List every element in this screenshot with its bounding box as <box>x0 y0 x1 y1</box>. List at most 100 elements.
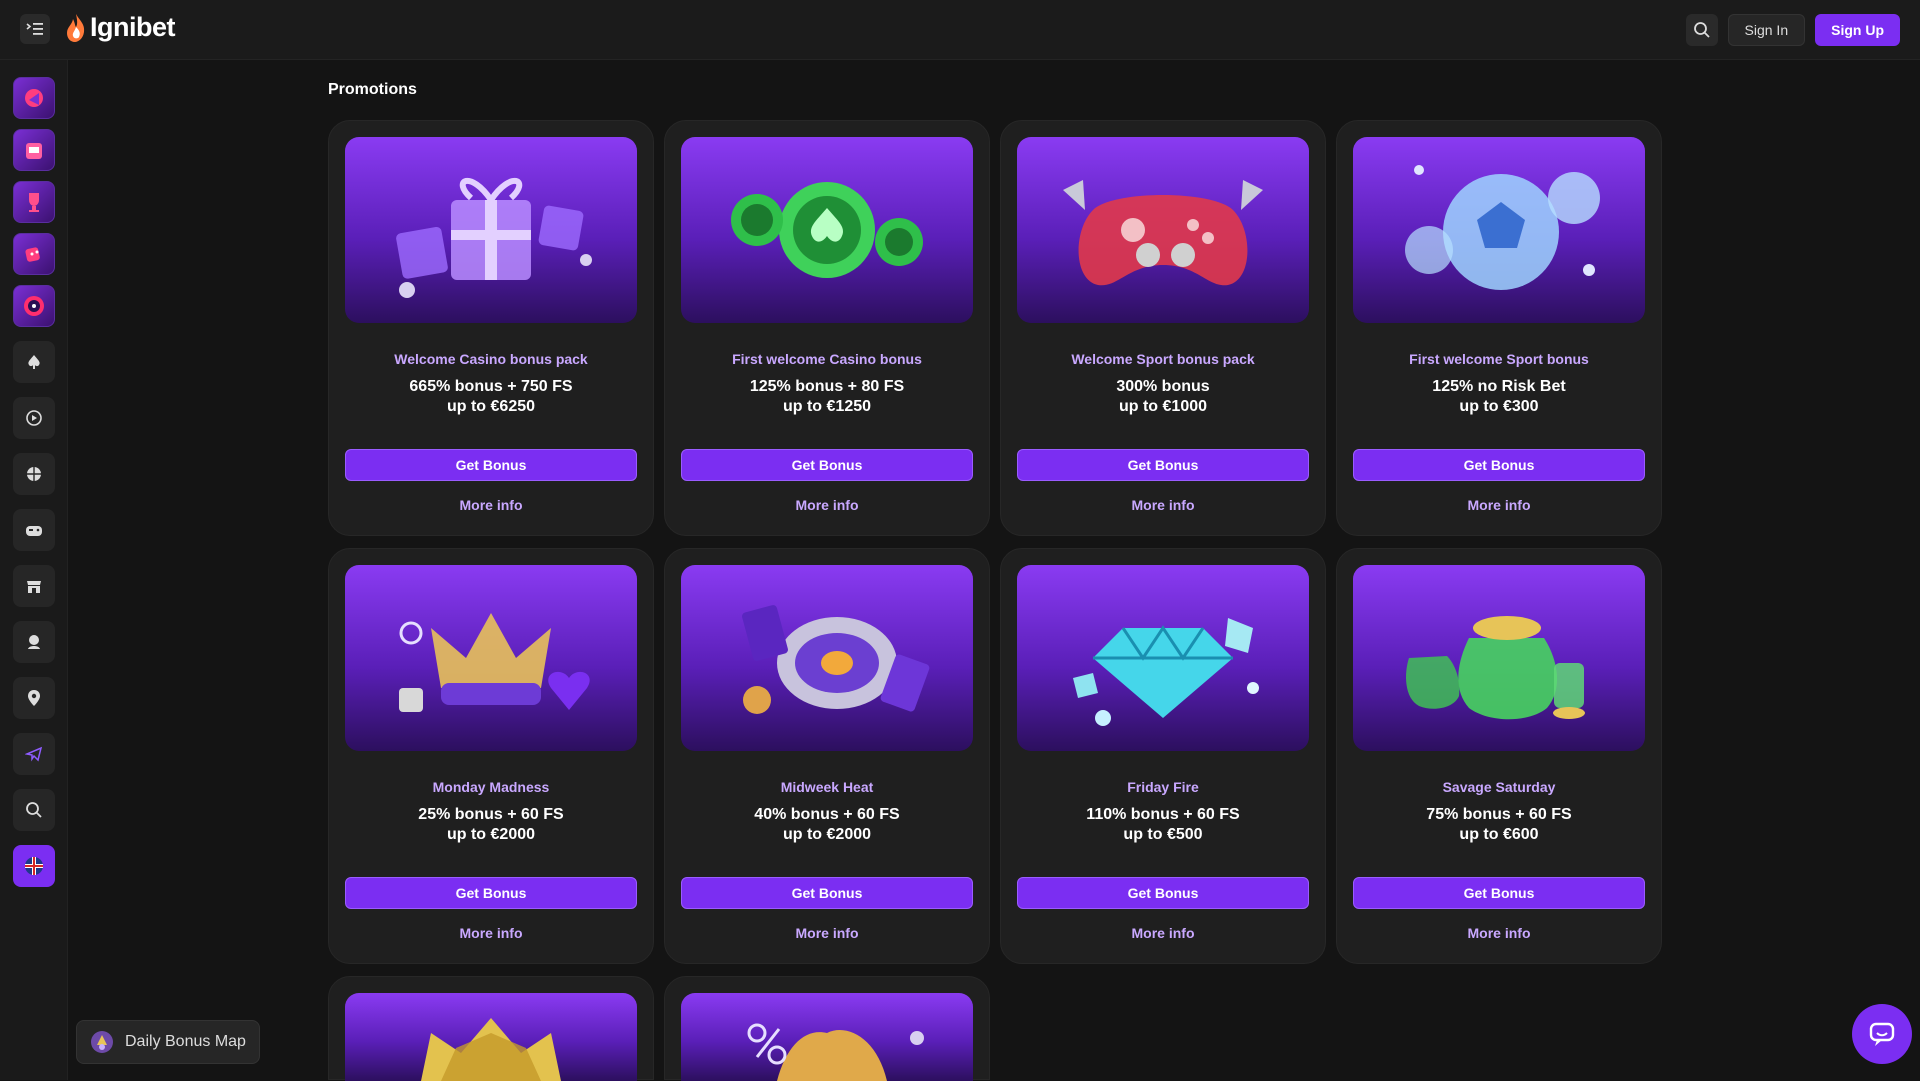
telegram-icon <box>25 746 43 762</box>
sign-up-button[interactable]: Sign Up <box>1815 14 1900 46</box>
promo-title: Welcome Casino bonus pack <box>394 351 588 367</box>
promo-offer: 40% bonus + 60 FS up to €2000 <box>665 805 989 845</box>
crown-icon <box>399 613 590 712</box>
promo-title: First welcome Sport bonus <box>1409 351 1589 367</box>
promo-image <box>345 993 637 1081</box>
play-circle-icon <box>26 410 42 426</box>
promo-offer-line2: up to €1000 <box>1118 398 1208 415</box>
get-bonus-button[interactable]: Get Bonus <box>345 449 637 481</box>
flame-icon <box>67 13 85 42</box>
dice-icon <box>25 247 40 262</box>
trophy-icon <box>29 193 39 212</box>
promo-offer: 25% bonus + 60 FS up to €2000 <box>329 805 653 845</box>
promo-offer-line1: 125% no Risk Bet <box>1432 378 1566 395</box>
search-icon <box>1693 22 1710 38</box>
live-chat-button[interactable] <box>1852 1004 1912 1064</box>
daily-bonus-map-button[interactable]: Daily Bonus Map <box>76 1020 260 1064</box>
sidebar-item-support[interactable] <box>13 621 55 663</box>
promo-title: Welcome Sport bonus pack <box>1071 351 1255 367</box>
daily-bonus-map-label: Daily Bonus Map <box>125 1033 246 1050</box>
sidebar-item-language[interactable] <box>13 845 55 887</box>
more-info-link[interactable]: More info <box>665 497 989 513</box>
sidebar-item-telegram[interactable] <box>13 733 55 775</box>
sidebar-item-search[interactable] <box>13 789 55 831</box>
promo-title: Savage Saturday <box>1442 779 1556 795</box>
promo-card: First welcome Casino bonus 125% bonus + … <box>664 120 990 536</box>
promo-title: First welcome Casino bonus <box>732 351 922 367</box>
sidebar-item-esports[interactable] <box>13 509 55 551</box>
get-bonus-button[interactable]: Get Bonus <box>681 449 973 481</box>
sidebar-item-casino[interactable] <box>13 129 55 171</box>
sidebar-item-play[interactable] <box>13 397 55 439</box>
promo-title: Monday Madness <box>432 779 550 795</box>
promo-offer: 125% no Risk Bet up to €300 <box>1337 377 1661 417</box>
promo-image <box>1353 565 1645 751</box>
promo-offer-line1: 665% bonus + 750 FS <box>409 378 573 395</box>
promo-offer-line2: up to €2000 <box>446 826 536 843</box>
more-info-link[interactable]: More info <box>1337 925 1661 941</box>
search-icon <box>26 802 42 818</box>
promo-image <box>681 137 973 323</box>
sidebar-item-poker[interactable] <box>13 341 55 383</box>
promo-title: Friday Fire <box>1127 779 1199 795</box>
get-bonus-button[interactable]: Get Bonus <box>1017 877 1309 909</box>
chat-icon <box>1869 1022 1895 1046</box>
promo-offer-line1: 300% bonus <box>1116 378 1210 395</box>
promo-offer: 110% bonus + 60 FS up to €500 <box>1001 805 1325 845</box>
gold-crown-icon <box>421 1018 561 1081</box>
promo-offer: 125% bonus + 80 FS up to €1250 <box>665 377 989 417</box>
promo-offer: 300% bonus up to €1000 <box>1001 377 1325 417</box>
promo-image <box>681 565 973 751</box>
diamond-icon <box>1073 618 1259 726</box>
more-info-link[interactable]: More info <box>329 925 653 941</box>
sidebar-item-live-casino[interactable] <box>13 233 55 275</box>
slot-machine-icon <box>26 143 42 159</box>
ignibet-logo[interactable]: Ignibet <box>66 12 176 43</box>
get-bonus-button[interactable]: Get Bonus <box>1353 449 1645 481</box>
promo-image <box>1017 137 1309 323</box>
header-search-button[interactable] <box>1685 14 1718 46</box>
sidebar <box>0 60 68 1080</box>
get-bonus-button[interactable]: Get Bonus <box>681 877 973 909</box>
promo-image <box>345 137 637 323</box>
promo-card: Friday Fire 110% bonus + 60 FS up to €50… <box>1000 548 1326 964</box>
sidebar-item-store[interactable] <box>13 565 55 607</box>
promo-title: Midweek Heat <box>780 779 874 795</box>
sidebar-item-tournaments[interactable] <box>13 181 55 223</box>
more-info-link[interactable]: More info <box>665 925 989 941</box>
more-info-link[interactable]: More info <box>329 497 653 513</box>
spade-icon <box>28 355 40 369</box>
get-bonus-button[interactable]: Get Bonus <box>1017 449 1309 481</box>
fortune-wheel-icon <box>24 296 44 316</box>
sidebar-item-location[interactable] <box>13 677 55 719</box>
sidebar-toggle-button[interactable] <box>20 14 50 44</box>
promo-card: Monday Madness 25% bonus + 60 FS up to €… <box>328 548 654 964</box>
get-bonus-button[interactable]: Get Bonus <box>345 877 637 909</box>
promo-card: Welcome Casino bonus pack 665% bonus + 7… <box>328 120 654 536</box>
promo-offer-line2: up to €600 <box>1459 826 1539 843</box>
promo-offer: 75% bonus + 60 FS up to €600 <box>1337 805 1661 845</box>
sidebar-item-wheel[interactable] <box>13 285 55 327</box>
promo-offer-line1: 125% bonus + 80 FS <box>749 378 905 395</box>
casino-chips-icon <box>731 182 923 278</box>
more-info-link[interactable]: More info <box>1001 925 1325 941</box>
promo-offer-line2: up to €2000 <box>782 826 872 843</box>
sign-in-button[interactable]: Sign In <box>1727 14 1806 46</box>
menu-icon <box>26 23 43 35</box>
get-bonus-button[interactable]: Get Bonus <box>1353 877 1645 909</box>
percent-icon <box>747 1023 924 1081</box>
promo-card <box>664 976 990 1081</box>
support-agent-icon <box>28 635 40 649</box>
page-title: Promotions <box>328 81 417 98</box>
promo-card <box>328 976 654 1081</box>
promo-image <box>1017 565 1309 751</box>
promo-offer-line2: up to €500 <box>1123 826 1203 843</box>
uk-flag-icon <box>25 857 43 875</box>
treasure-map-icon <box>91 1031 113 1053</box>
more-info-link[interactable]: More info <box>1001 497 1325 513</box>
sidebar-item-promotions[interactable] <box>13 77 55 119</box>
more-info-link[interactable]: More info <box>1337 497 1661 513</box>
promo-card: Welcome Sport bonus pack 300% bonus up t… <box>1000 120 1326 536</box>
sidebar-item-sports[interactable] <box>13 453 55 495</box>
roulette-icon <box>742 605 930 714</box>
